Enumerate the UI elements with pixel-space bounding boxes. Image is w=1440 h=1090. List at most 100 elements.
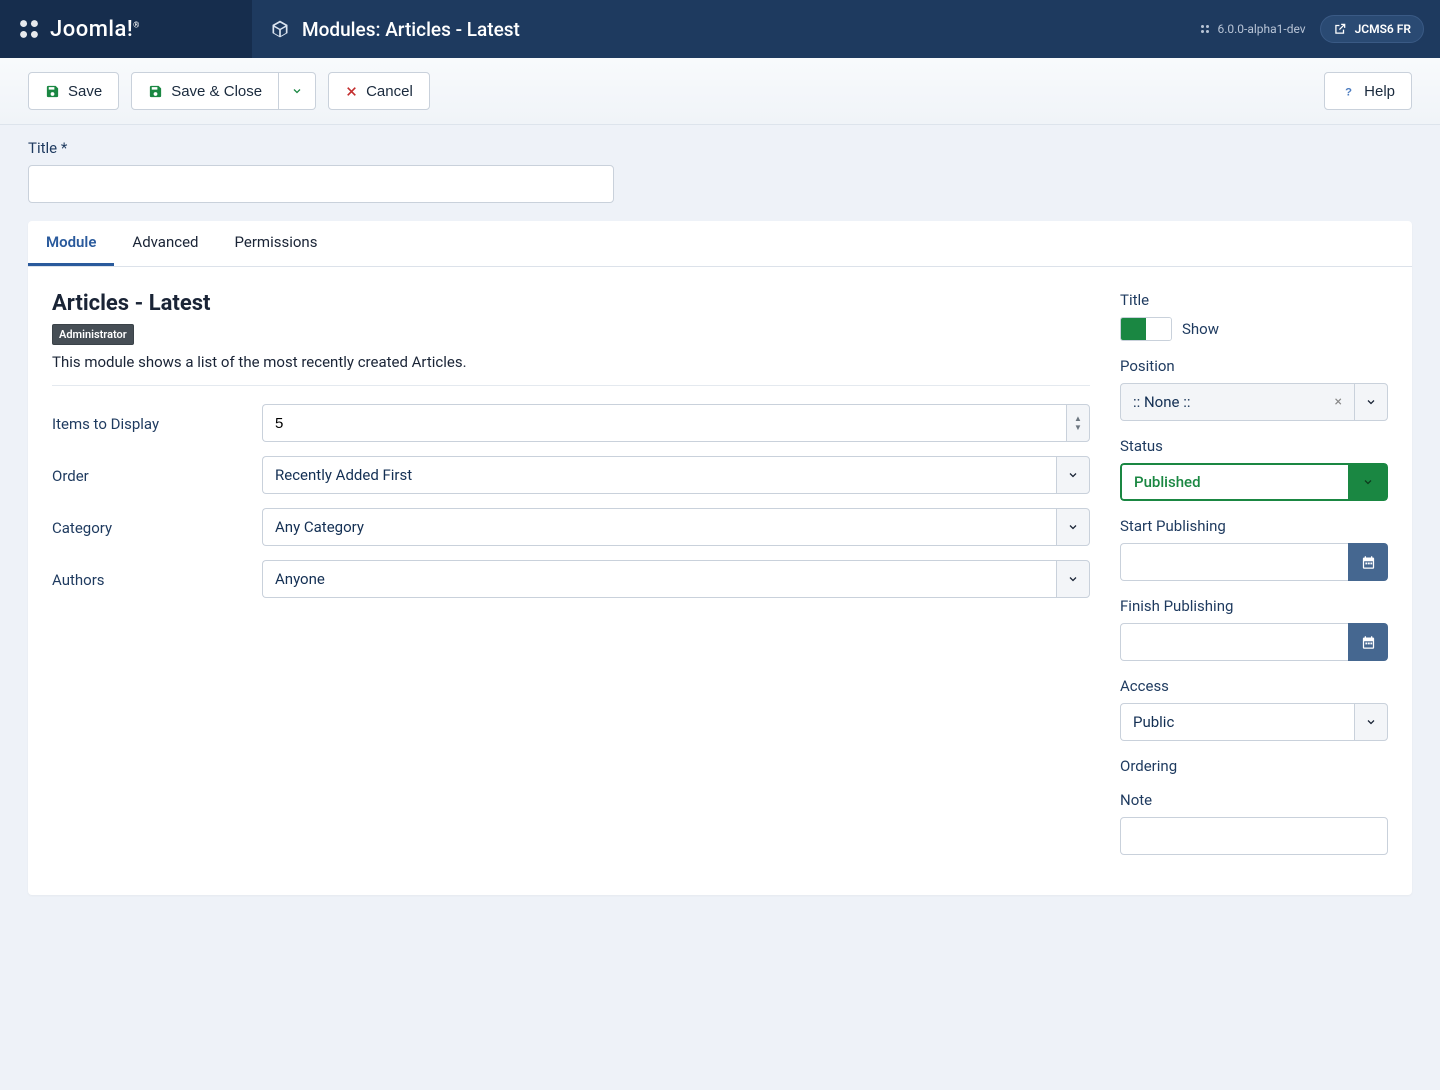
items-input-group: ▲▼ bbox=[262, 404, 1090, 442]
tab-advanced[interactable]: Advanced bbox=[114, 221, 216, 266]
side-label: Finish Publishing bbox=[1120, 597, 1388, 615]
side-label: Note bbox=[1120, 791, 1388, 809]
tabs: Module Advanced Permissions bbox=[28, 221, 1412, 267]
admin-badge: Administrator bbox=[52, 324, 134, 345]
external-link-icon bbox=[1333, 22, 1347, 36]
title-input[interactable] bbox=[28, 165, 614, 203]
position-select[interactable]: :: None :: × bbox=[1120, 383, 1388, 421]
stepper-buttons[interactable]: ▲▼ bbox=[1066, 404, 1090, 442]
save-icon bbox=[148, 84, 163, 99]
main-column: Articles - Latest Administrator This mod… bbox=[52, 291, 1090, 871]
select-toggle bbox=[1056, 508, 1090, 546]
chevron-down-icon bbox=[1067, 573, 1079, 585]
authors-select[interactable]: Anyone bbox=[262, 560, 1090, 598]
save-close-button[interactable]: Save & Close bbox=[131, 72, 279, 110]
brand-text: Joomla!® bbox=[50, 17, 140, 42]
calendar-button[interactable] bbox=[1348, 543, 1388, 581]
side-label: Title bbox=[1120, 291, 1388, 309]
select-value: Any Category bbox=[262, 508, 1056, 546]
start-publishing-input[interactable] bbox=[1120, 543, 1348, 581]
cancel-button[interactable]: Cancel bbox=[328, 72, 430, 110]
side-label: Start Publishing bbox=[1120, 517, 1388, 535]
tab-permissions[interactable]: Permissions bbox=[217, 221, 336, 266]
svg-text:?: ? bbox=[1345, 86, 1352, 98]
category-select[interactable]: Any Category bbox=[262, 508, 1090, 546]
title-toggle[interactable] bbox=[1120, 317, 1172, 341]
top-header: Joomla!® Modules: Articles - Latest 6.0.… bbox=[0, 0, 1440, 58]
side-field-finish-publishing: Finish Publishing bbox=[1120, 597, 1388, 661]
side-label: Status bbox=[1120, 437, 1388, 455]
select-toggle bbox=[1056, 456, 1090, 494]
divider bbox=[52, 385, 1090, 386]
position-clear-icon[interactable]: × bbox=[1335, 394, 1342, 410]
chevron-down-icon bbox=[1362, 476, 1374, 488]
finish-publishing-field bbox=[1120, 623, 1388, 661]
side-field-start-publishing: Start Publishing bbox=[1120, 517, 1388, 581]
brand-logo-area[interactable]: Joomla!® bbox=[0, 0, 252, 58]
help-icon: ? bbox=[1341, 84, 1356, 99]
save-icon bbox=[45, 84, 60, 99]
items-input[interactable] bbox=[262, 404, 1066, 442]
finish-publishing-input[interactable] bbox=[1120, 623, 1348, 661]
chevron-down-icon bbox=[1067, 521, 1079, 533]
close-icon bbox=[345, 85, 358, 98]
version-link[interactable]: 6.0.0-alpha1-dev bbox=[1199, 22, 1305, 36]
cube-icon bbox=[270, 19, 290, 39]
select-value: Anyone bbox=[262, 560, 1056, 598]
save-close-dropdown[interactable] bbox=[279, 72, 316, 110]
page-title: Modules: Articles - Latest bbox=[302, 18, 520, 41]
side-field-status: Status Published bbox=[1120, 437, 1388, 501]
calendar-icon bbox=[1361, 635, 1376, 650]
user-name: JCMS6 FR bbox=[1355, 22, 1411, 36]
field-authors: Authors Anyone bbox=[52, 560, 1090, 598]
chevron-down-icon bbox=[1067, 469, 1079, 481]
select-toggle bbox=[1354, 703, 1388, 741]
select-value: Public bbox=[1120, 703, 1354, 741]
side-field-position: Position :: None :: × bbox=[1120, 357, 1388, 421]
side-field-ordering: Ordering bbox=[1120, 757, 1388, 775]
side-label: Position bbox=[1120, 357, 1388, 375]
chevron-down-icon bbox=[1365, 716, 1377, 728]
main-content: Title * Module Advanced Permissions Arti… bbox=[0, 125, 1440, 923]
field-order: Order Recently Added First bbox=[52, 456, 1090, 494]
field-label: Authors bbox=[52, 569, 262, 589]
side-field-title: Title Show bbox=[1120, 291, 1388, 341]
joomla-small-icon bbox=[1199, 23, 1211, 35]
select-toggle bbox=[1348, 463, 1388, 501]
order-select[interactable]: Recently Added First bbox=[262, 456, 1090, 494]
side-field-note: Note bbox=[1120, 791, 1388, 855]
side-field-access: Access Public bbox=[1120, 677, 1388, 741]
field-label: Category bbox=[52, 517, 262, 537]
tab-container: Module Advanced Permissions Articles - L… bbox=[28, 221, 1412, 895]
user-menu[interactable]: JCMS6 FR bbox=[1320, 15, 1424, 43]
note-input[interactable] bbox=[1120, 817, 1388, 855]
start-publishing-field bbox=[1120, 543, 1388, 581]
field-category: Category Any Category bbox=[52, 508, 1090, 546]
toggle-label: Show bbox=[1182, 320, 1219, 338]
position-value: :: None :: bbox=[1133, 393, 1190, 411]
toolbar: Save Save & Close Cancel ? Help bbox=[0, 58, 1440, 125]
module-heading: Articles - Latest bbox=[52, 291, 1090, 316]
tab-module[interactable]: Module bbox=[28, 221, 114, 266]
field-label: Order bbox=[52, 465, 262, 485]
field-items-to-display: Items to Display ▲▼ bbox=[52, 404, 1090, 442]
select-value: Recently Added First bbox=[262, 456, 1056, 494]
field-label: Items to Display bbox=[52, 413, 262, 433]
status-value: Published bbox=[1120, 463, 1348, 501]
title-label: Title * bbox=[28, 139, 1412, 157]
header-right: 6.0.0-alpha1-dev JCMS6 FR bbox=[1199, 15, 1440, 43]
side-column: Title Show Position :: None :: × bbox=[1120, 291, 1388, 871]
joomla-icon bbox=[16, 16, 42, 42]
status-select[interactable]: Published bbox=[1120, 463, 1388, 501]
access-select[interactable]: Public bbox=[1120, 703, 1388, 741]
select-toggle bbox=[1354, 383, 1388, 421]
tab-content: Articles - Latest Administrator This mod… bbox=[28, 267, 1412, 895]
side-label: Ordering bbox=[1120, 757, 1388, 775]
select-toggle bbox=[1056, 560, 1090, 598]
calendar-button[interactable] bbox=[1348, 623, 1388, 661]
title-toggle-row: Show bbox=[1120, 317, 1388, 341]
header-title-area: Modules: Articles - Latest bbox=[252, 18, 1199, 41]
save-button[interactable]: Save bbox=[28, 72, 119, 110]
save-close-group: Save & Close bbox=[131, 72, 316, 110]
help-button[interactable]: ? Help bbox=[1324, 72, 1412, 110]
